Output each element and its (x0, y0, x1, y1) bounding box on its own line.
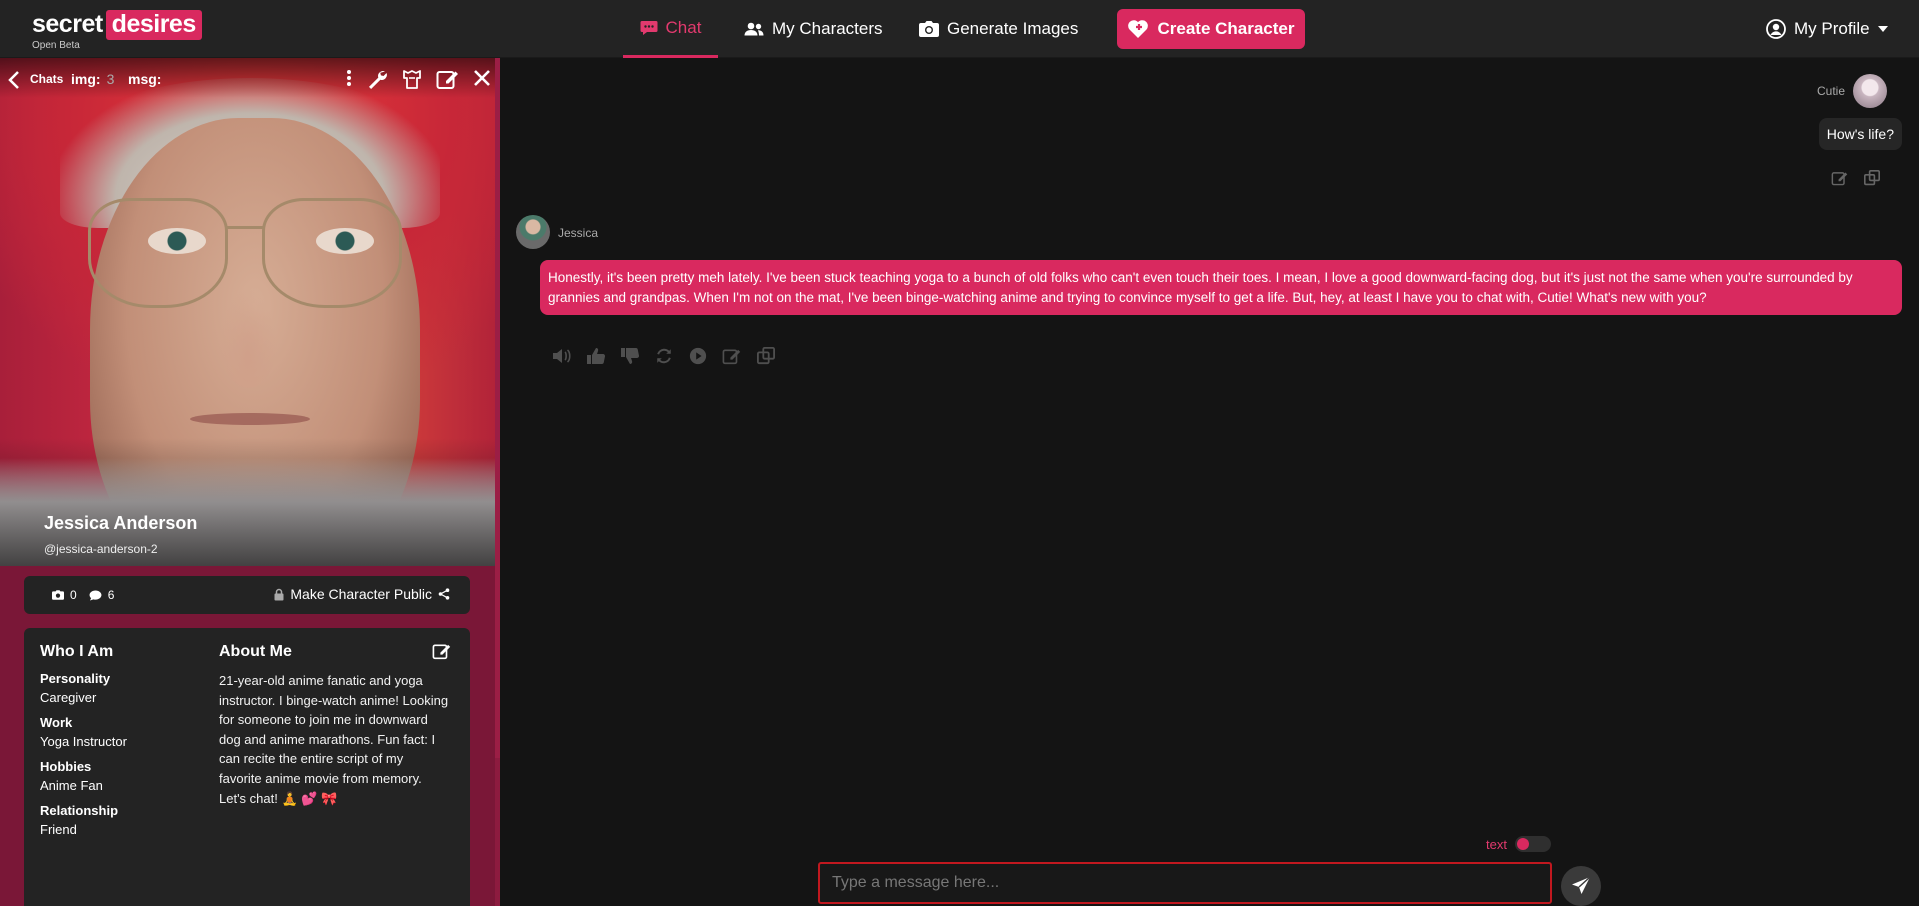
user-message-actions (1831, 170, 1881, 186)
character-info-card: Who I Am Personality Caregiver Work Yoga… (24, 628, 470, 906)
field-label: Personality (40, 671, 111, 686)
top-navigation: secret desires Open Beta Chat My Characte… (0, 0, 1919, 58)
users-icon (744, 22, 764, 36)
heart-plus-icon (1127, 19, 1149, 39)
camera-icon (919, 21, 939, 37)
panel-scrollbar[interactable] (495, 58, 500, 758)
nav-generate-images[interactable]: Generate Images (919, 0, 1078, 58)
lock-icon (274, 588, 284, 601)
bot-avatar (516, 215, 550, 249)
about-me-title: About Me (219, 643, 292, 660)
img-label: img: (71, 71, 101, 87)
text-mode-toggle[interactable] (1514, 836, 1551, 852)
play-icon[interactable] (688, 347, 708, 365)
user-name: Cutie (1816, 84, 1845, 98)
kebab-icon[interactable] (346, 68, 352, 88)
who-i-am-title: Who I Am (40, 643, 114, 660)
close-icon[interactable] (472, 68, 492, 88)
speaker-icon[interactable] (552, 347, 572, 365)
edit-icon[interactable] (432, 642, 452, 660)
beta-tag: Open Beta (32, 40, 80, 51)
create-character-label: Create Character (1157, 19, 1295, 38)
nav-generate-images-label: Generate Images (947, 19, 1079, 38)
logo-word-secret: secret (32, 10, 103, 38)
field-label: Relationship (40, 803, 119, 818)
character-name: Jessica Anderson (44, 513, 198, 533)
bot-message-actions (552, 347, 776, 365)
stats-bar: 0 6 Make Character Public (24, 576, 470, 614)
field-value: Friend (40, 822, 77, 837)
copy-icon[interactable] (756, 347, 776, 365)
profile-label: My Profile (1794, 19, 1870, 38)
user-circle-icon (1766, 19, 1786, 39)
character-handle: @jessica-anderson-2 (44, 542, 158, 556)
field-label: Work (40, 715, 73, 730)
nav-chat-label: Chat (665, 17, 702, 37)
field-value: Yoga Instructor (40, 734, 127, 749)
img-count: img: 3 (71, 71, 114, 87)
share-icon (438, 588, 450, 600)
thumbs-up-icon[interactable] (586, 347, 606, 365)
character-panel: Chats img: 3 msg: Jessica Anderson @jessi… (0, 58, 500, 906)
edit-icon[interactable] (1831, 170, 1849, 186)
send-icon (1571, 876, 1591, 896)
field-label: Hobbies (40, 759, 92, 774)
nav-chat[interactable]: Chat (623, 0, 718, 58)
copy-icon[interactable] (1863, 170, 1881, 186)
nav-my-characters[interactable]: My Characters (744, 0, 883, 58)
edit-icon[interactable] (722, 347, 742, 365)
field-value: Anime Fan (40, 778, 103, 793)
create-character-button[interactable]: Create Character (1117, 9, 1305, 49)
message-count: 6 (107, 588, 115, 602)
thumbs-down-icon[interactable] (620, 347, 640, 365)
about-me-text: 21-year-old anime fanatic and yoga instr… (219, 673, 449, 806)
wrench-icon[interactable] (366, 68, 388, 90)
field-value: Caregiver (40, 690, 97, 705)
send-button[interactable] (1561, 866, 1601, 906)
user-message-bubble: How's life? (1818, 118, 1902, 150)
who-i-am-section: Who I Am Personality Caregiver Work Yoga… (40, 643, 205, 837)
chat-icon (640, 20, 658, 36)
character-photo (0, 58, 495, 566)
logo-word-desires: desires (105, 10, 202, 40)
make-public-button[interactable]: Make Character Public (274, 586, 450, 602)
image-count: 0 (70, 588, 77, 602)
nav-my-characters-label: My Characters (772, 19, 883, 38)
panel-toolbar: Chats img: 3 msg: (0, 68, 495, 94)
logo[interactable]: secret desires Open Beta (32, 10, 202, 51)
bot-name: Jessica (558, 226, 599, 240)
chat-area: Cutie How's life? Jessica Honestly, it's… (505, 58, 1919, 906)
chats-link[interactable]: Chats (30, 72, 63, 86)
bot-message-bubble: Honestly, it's been pretty meh lately. I… (540, 260, 1902, 315)
msg-label: msg: (128, 71, 162, 87)
character-stats: 0 6 (52, 588, 114, 602)
text-mode-toggle-row: text (1486, 836, 1551, 852)
message-input[interactable] (818, 862, 1552, 904)
edit-icon[interactable] (436, 68, 460, 90)
text-mode-label: text (1486, 836, 1507, 852)
make-public-label: Make Character Public (290, 586, 432, 602)
profile-menu[interactable]: My Profile (1766, 0, 1888, 58)
img-value: 3 (106, 71, 115, 87)
about-me-section: About Me 21-year-old anime fanatic and y… (219, 643, 449, 808)
caret-down-icon (1877, 26, 1888, 32)
user-avatar (1853, 74, 1887, 108)
hanger-icon[interactable] (400, 68, 424, 90)
chevron-left-icon[interactable] (8, 70, 20, 90)
comment-icon (89, 589, 102, 601)
refresh-icon[interactable] (654, 347, 674, 365)
camera-small-icon (52, 590, 64, 600)
